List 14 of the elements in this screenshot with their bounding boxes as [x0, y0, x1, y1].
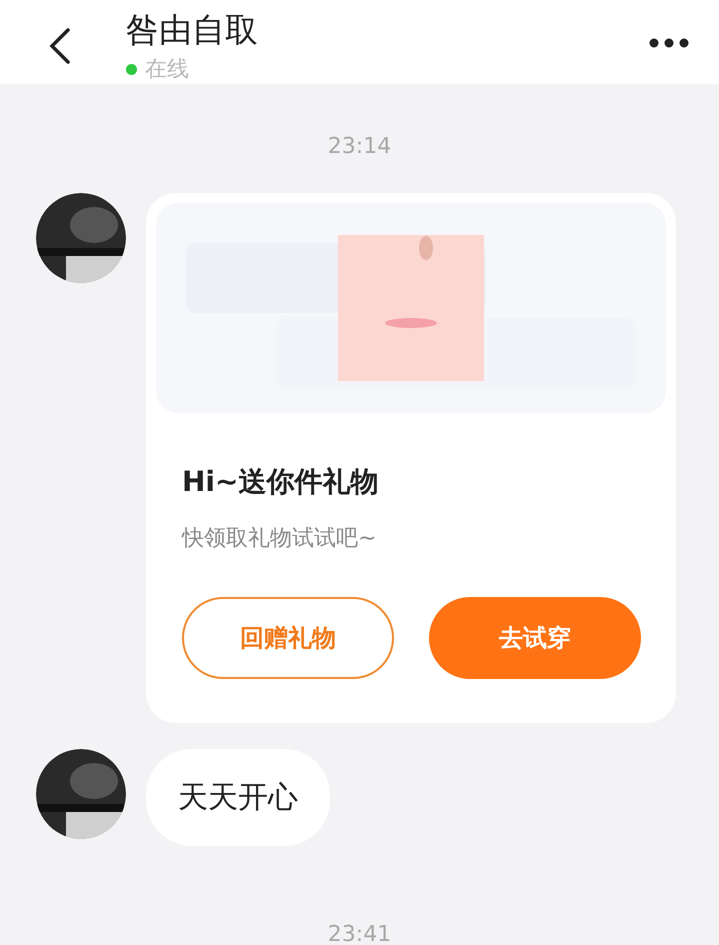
timestamp: 23:14 [328, 134, 392, 159]
avatar[interactable] [36, 193, 126, 283]
status-text: 在线 [145, 56, 189, 84]
return-gift-button[interactable]: 回赠礼物 [182, 597, 394, 679]
more-icon [649, 38, 689, 48]
avatar[interactable] [36, 749, 126, 839]
more-button[interactable] [649, 38, 689, 48]
gift-subtitle: 快领取礼物试试吧~ [182, 525, 378, 553]
message-bubble: 天天开心 [146, 749, 330, 846]
chat-title: 咎由自取 [126, 9, 259, 51]
try-on-button[interactable]: 去试穿 [429, 597, 641, 679]
timestamp: 23:41 [328, 922, 392, 945]
gift-title: Hi~送你件礼物 [182, 464, 380, 500]
back-icon [49, 28, 71, 64]
